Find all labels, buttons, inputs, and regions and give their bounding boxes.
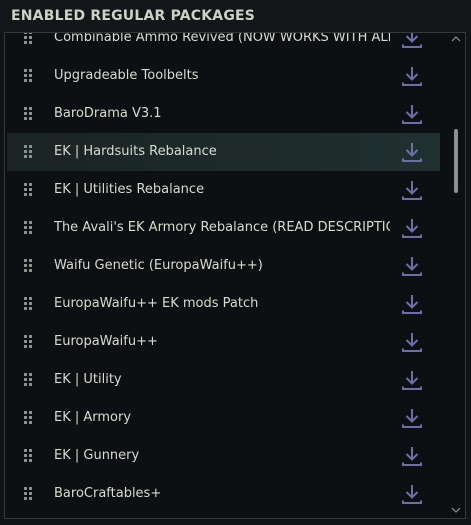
download-icon[interactable] [400,64,424,88]
package-name: EK | Hardsuits Rebalance [54,144,217,159]
drag-handle-icon[interactable] [24,487,34,501]
package-name: BaroDrama V3.1 [54,106,162,121]
scrollbar[interactable] [448,33,464,518]
drag-handle-icon[interactable] [24,145,34,159]
drag-handle-icon[interactable] [24,411,34,425]
package-row[interactable]: EK | Utility [7,361,440,399]
download-icon[interactable] [400,140,424,164]
enabled-packages-panel: ENABLED REGULAR PACKAGES Combinable Ammo… [0,0,471,525]
download-icon[interactable] [400,32,424,50]
download-icon[interactable] [400,178,424,202]
package-name: The Avali's EK Armory Rebalance (READ DE… [54,220,390,235]
package-row[interactable]: EK | Utilities Rebalance [7,171,440,209]
package-row[interactable]: BaroCraftables+ [7,475,440,513]
package-name: EK | Gunnery [54,448,140,463]
package-row[interactable]: EuropaWaifu++ [7,323,440,361]
drag-handle-icon[interactable] [24,373,34,387]
package-row[interactable]: EK | Gunnery [7,437,440,475]
package-name: EK | Armory [54,410,132,425]
download-icon[interactable] [400,254,424,278]
drag-handle-icon[interactable] [24,33,34,45]
package-row[interactable]: Waifu Genetic (EuropaWaifu++) [7,247,440,285]
download-icon[interactable] [400,330,424,354]
download-icon[interactable] [400,102,424,126]
package-row[interactable]: EK | Armory [7,399,440,437]
package-name: Waifu Genetic (EuropaWaifu++) [54,258,263,273]
drag-handle-icon[interactable] [24,107,34,121]
download-icon[interactable] [400,482,424,506]
package-name: EK | Utility [54,372,122,387]
drag-handle-icon[interactable] [24,335,34,349]
package-name: EuropaWaifu++ [54,334,158,349]
package-name: Combinable Ammo Revived (NOW WORKS WITH … [54,32,390,45]
package-row[interactable]: BaroDrama V3.1 [7,95,440,133]
scroll-down-arrow-icon[interactable] [451,506,461,514]
drag-handle-icon[interactable] [24,221,34,235]
download-icon[interactable] [400,444,424,468]
package-row[interactable]: The Avali's EK Armory Rebalance (READ DE… [7,209,440,247]
drag-handle-icon[interactable] [24,297,34,311]
package-row[interactable]: Upgradeable Toolbelts [7,57,440,95]
download-icon[interactable] [400,406,424,430]
download-icon[interactable] [400,292,424,316]
scroll-up-arrow-icon[interactable] [451,35,461,43]
drag-handle-icon[interactable] [24,183,34,197]
package-row[interactable]: Combinable Ammo Revived (NOW WORKS WITH … [7,32,440,57]
drag-handle-icon[interactable] [24,449,34,463]
package-name: BaroCraftables+ [54,486,162,501]
package-name: Upgradeable Toolbelts [54,68,199,83]
package-name: EK | Utilities Rebalance [54,182,205,197]
package-rows: Combinable Ammo Revived (NOW WORKS WITH … [5,32,441,513]
drag-handle-icon[interactable] [24,69,34,83]
package-row[interactable]: EK | Hardsuits Rebalance [7,133,440,171]
download-icon[interactable] [400,368,424,392]
drag-handle-icon[interactable] [24,259,34,273]
package-list[interactable]: Combinable Ammo Revived (NOW WORKS WITH … [4,32,466,519]
panel-header: ENABLED REGULAR PACKAGES [0,0,471,32]
scroll-thumb[interactable] [454,129,458,193]
download-icon[interactable] [400,216,424,240]
package-name: EuropaWaifu++ EK mods Patch [54,296,259,311]
panel-title: ENABLED REGULAR PACKAGES [11,8,256,24]
package-row[interactable]: EuropaWaifu++ EK mods Patch [7,285,440,323]
